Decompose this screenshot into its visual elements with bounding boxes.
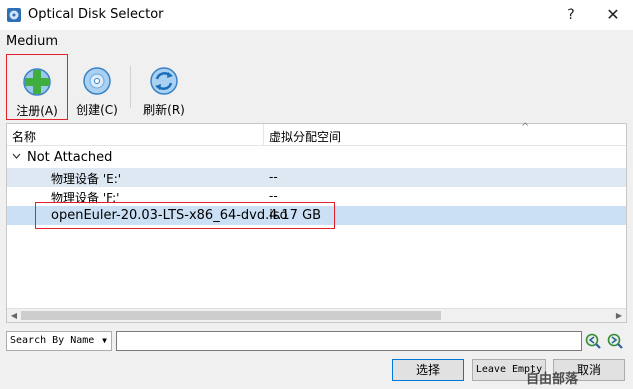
toolbar-separator <box>130 66 131 108</box>
toolbar: 注册(A) 创建(C) 刷新(R) <box>0 52 633 122</box>
search-bar: Search By Name ▼ <box>6 331 627 351</box>
watermark: 自由部落 <box>526 372 579 387</box>
register-label: 注册(A) <box>16 104 58 118</box>
tree-header: 名称 虚拟分配空间 ^ <box>7 122 626 146</box>
search-next-icon[interactable] <box>606 332 624 350</box>
scroll-left-icon[interactable]: ◀ <box>7 309 21 323</box>
sort-indicator: ^ <box>521 122 530 133</box>
horizontal-scrollbar[interactable]: ◀ ▶ <box>7 308 626 322</box>
group-label: Not Attached <box>12 150 112 165</box>
register-button[interactable]: 注册(A) <box>6 54 68 120</box>
search-input[interactable] <box>116 331 582 351</box>
search-mode-select[interactable]: Search By Name ▼ <box>6 331 112 351</box>
tree-group-not-attached[interactable]: Not Attached <box>7 148 626 167</box>
choose-button[interactable]: 选择 <box>392 359 464 381</box>
disk-create-icon <box>83 67 111 95</box>
dropdown-caret-icon: ▼ <box>102 336 107 345</box>
search-previous-icon[interactable] <box>584 332 602 350</box>
search-mode-value: Search By Name <box>10 335 95 346</box>
table-row[interactable]: 物理设备 'E:' -- <box>7 168 626 187</box>
highlight-box <box>35 202 335 229</box>
row-size: -- <box>269 170 278 184</box>
refresh-button[interactable]: 刷新(R) <box>137 54 191 120</box>
column-header-name[interactable]: 名称 <box>12 128 36 145</box>
scrollbar-thumb[interactable] <box>21 311 441 320</box>
row-name: 物理设备 'E:' <box>51 172 122 186</box>
create-label: 创建(C) <box>76 103 118 117</box>
window-title: Optical Disk Selector <box>28 7 164 22</box>
scroll-right-icon[interactable]: ▶ <box>612 309 626 323</box>
help-button[interactable]: ? <box>560 4 582 26</box>
medium-label: Medium <box>6 34 58 49</box>
refresh-label: 刷新(R) <box>143 103 185 117</box>
create-button[interactable]: 创建(C) <box>70 54 124 120</box>
column-header-size[interactable]: 虚拟分配空间 <box>269 128 341 145</box>
title-bar: Optical Disk Selector ? ✕ <box>0 0 633 30</box>
group-label-text: Not Attached <box>27 150 113 165</box>
close-button[interactable]: ✕ <box>602 4 624 26</box>
row-size: -- <box>269 189 278 203</box>
refresh-icon <box>150 67 178 95</box>
column-divider[interactable] <box>263 124 264 146</box>
chevron-down-icon[interactable] <box>12 152 21 161</box>
optical-disk-app-icon <box>7 8 21 22</box>
disk-add-icon <box>23 68 51 96</box>
